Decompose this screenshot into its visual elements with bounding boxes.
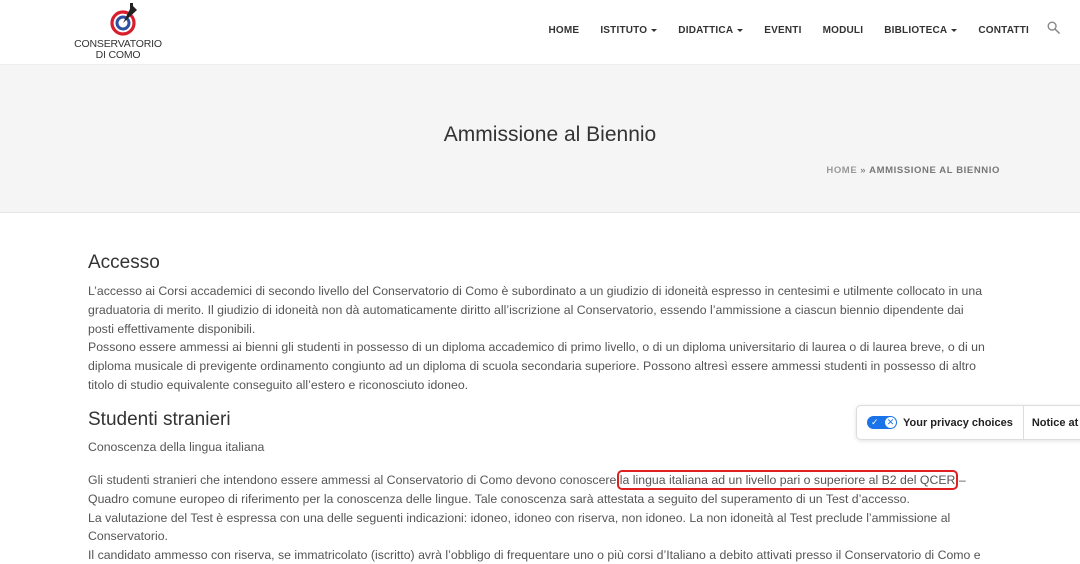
stranieri-text-before: Gli studenti stranieri che intendono ess…: [88, 473, 620, 487]
accesso-text: L’accesso ai Corsi accademici di secondo…: [88, 282, 988, 395]
breadcrumb: HOME» AMMISSIONE AL BIENNIO: [826, 165, 1000, 176]
nav-item-didattica[interactable]: DIDATTICA: [678, 25, 744, 36]
caret-down-icon: [951, 29, 958, 32]
privacy-toggle-icon[interactable]: ✓ ✕: [867, 416, 897, 429]
logo-text: CONSERVATORIO DI COMO: [72, 39, 164, 61]
nav-label: MODULI: [822, 25, 864, 36]
section-heading-accesso: Accesso: [88, 252, 160, 273]
stranieri-text: Gli studenti stranieri che intendono ess…: [88, 470, 988, 564]
page-title-band: Ammissione al Biennio HOME» AMMISSIONE AL…: [0, 65, 1080, 213]
nav-label: BIBLIOTECA: [884, 25, 948, 36]
main-nav: HOME ISTITUTO DIDATTICA EVENTI MODULI BI…: [528, 21, 1061, 37]
highlighted-requirement: la lingua italiana ad un livello pari o …: [616, 470, 959, 490]
breadcrumb-home-link[interactable]: HOME: [826, 165, 857, 176]
nav-item-eventi[interactable]: EVENTI: [764, 25, 801, 36]
nav-item-biblioteca[interactable]: BIBLIOTECA: [884, 25, 958, 36]
nav-label: EVENTI: [764, 25, 802, 36]
privacy-choices-link[interactable]: Your privacy choices: [903, 417, 1013, 429]
nav-item-contatti[interactable]: CONTATTI: [978, 25, 1029, 36]
site-logo[interactable]: CONSERVATORIO DI COMO: [72, 2, 164, 62]
search-icon[interactable]: [1047, 21, 1060, 34]
x-icon: ✕: [885, 417, 896, 428]
page-title: Ammissione al Biennio: [443, 123, 657, 146]
nav-label: ISTITUTO: [600, 25, 648, 36]
nav-item-moduli[interactable]: MODULI: [823, 25, 864, 36]
stranieri-paragraph-1: Gli studenti stranieri che intendono ess…: [88, 470, 988, 509]
accesso-paragraph-2: Possono essere ammessi ai bienni gli stu…: [88, 340, 985, 392]
nav-label: CONTATTI: [978, 25, 1029, 36]
nav-item-home[interactable]: HOME: [549, 25, 580, 36]
accesso-paragraph-1: L’accesso ai Corsi accademici di secondo…: [88, 284, 983, 336]
site-header: CONSERVATORIO DI COMO HOME ISTITUTO DIDA…: [0, 0, 1080, 65]
caret-down-icon: [737, 29, 744, 32]
breadcrumb-separator: »: [860, 165, 867, 176]
section-heading-stranieri: Studenti stranieri: [88, 409, 231, 430]
privacy-choices-widget: ✓ ✕ Your privacy choices Notice at c: [856, 405, 1080, 440]
notice-at-collection-link[interactable]: Notice at c: [1032, 417, 1080, 429]
privacy-divider: [1022, 405, 1024, 440]
breadcrumb-current: AMMISSIONE AL BIENNIO: [869, 165, 1000, 176]
nav-label: HOME: [548, 25, 580, 36]
stranieri-paragraph-3: Il candidato ammesso con riserva, se imm…: [88, 548, 981, 563]
nav-item-istituto[interactable]: ISTITUTO: [600, 25, 658, 36]
section-subtitle-lingua: Conoscenza della lingua italiana: [88, 440, 265, 454]
stranieri-paragraph-2: La valutazione del Test è espressa con u…: [88, 510, 951, 544]
logo-text-line2: DI COMO: [95, 49, 141, 61]
nav-label: DIDATTICA: [678, 25, 734, 36]
caret-down-icon: [651, 29, 658, 32]
check-icon: ✓: [871, 417, 879, 427]
conservatorio-logo-icon: [110, 3, 137, 36]
